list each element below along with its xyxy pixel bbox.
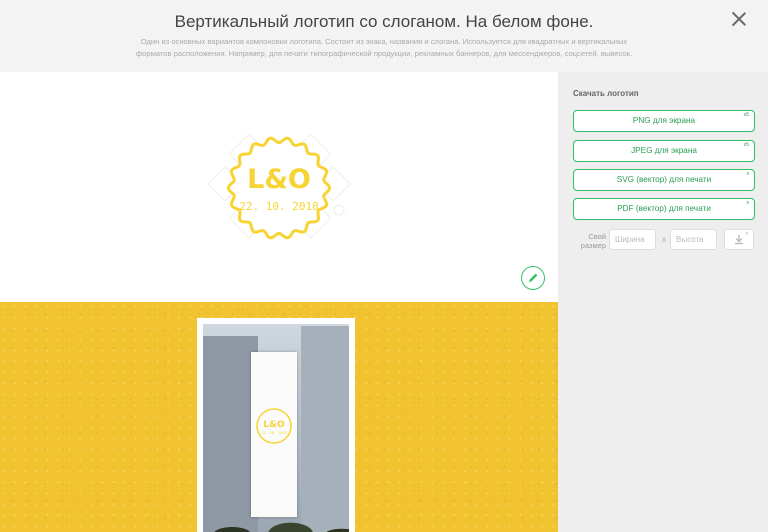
scale-badge: x: [745, 231, 749, 237]
scale-badge: x5: [743, 142, 749, 148]
page-header: Вертикальный логотип со слоганом. На бел…: [0, 0, 768, 72]
logo-slogan: 22. 10. 2018: [239, 200, 318, 213]
banner-logo: L&O 22. 10. 2018: [256, 408, 292, 444]
pencil-icon: [529, 273, 538, 282]
download-sidebar: Скачать логотип PNG для экрана x5 JPEG д…: [558, 72, 768, 532]
subtitle-line: Один из основных вариантов компоновки ло…: [140, 37, 628, 46]
custom-size-label: Свой размер: [580, 232, 606, 250]
logo-emblem: L&O 22. 10. 2018: [207, 133, 351, 240]
download-jpeg-label: JPEG для экрана: [631, 146, 697, 155]
edit-button[interactable]: [521, 266, 545, 290]
download-svg-label: SVG (вектор) для печати: [616, 175, 712, 184]
width-input[interactable]: [609, 229, 656, 250]
banner-logo-name: L&O: [263, 420, 285, 430]
page-title: Вертикальный логотип со слоганом. На бел…: [174, 12, 594, 31]
logo-preview: L&O 22. 10. 2018: [0, 72, 558, 302]
download-jpeg-button[interactable]: JPEG для экрана x5: [573, 140, 755, 162]
scale-badge: x5: [743, 112, 749, 118]
scale-badge: x: [746, 200, 750, 206]
custom-size-download-button[interactable]: x: [724, 229, 754, 250]
download-png-label: PNG для экрана: [632, 116, 696, 125]
banner-logo-slogan: 22. 10. 2018: [261, 431, 286, 435]
scale-badge: x: [746, 171, 750, 177]
building-photo: L&O 22. 10. 2018: [203, 324, 349, 532]
height-input[interactable]: [670, 229, 717, 250]
download-pdf-label: PDF (вектор) для печати: [617, 204, 711, 213]
download-svg-button[interactable]: SVG (вектор) для печати x: [573, 169, 755, 191]
logo-name: L&O: [247, 164, 311, 195]
download-heading: Скачать логотип: [573, 89, 639, 98]
download-icon: [735, 235, 743, 245]
logo-variant-page: Вертикальный логотип со слоганом. На бел…: [0, 0, 768, 532]
download-pdf-button[interactable]: PDF (вектор) для печати x: [573, 198, 755, 220]
subtitle-line: форматов расположения. Например, для печ…: [135, 49, 633, 58]
size-separator: x: [662, 235, 666, 244]
trees: [203, 490, 349, 532]
close-icon[interactable]: [730, 10, 748, 28]
banner-mockup: L&O 22. 10. 2018: [0, 302, 558, 532]
download-png-button[interactable]: PNG для экрана x5: [573, 110, 755, 132]
mockup-photo-frame: L&O 22. 10. 2018: [197, 318, 355, 532]
page-subtitle: Один из основных вариантов компоновки ло…: [100, 36, 668, 60]
